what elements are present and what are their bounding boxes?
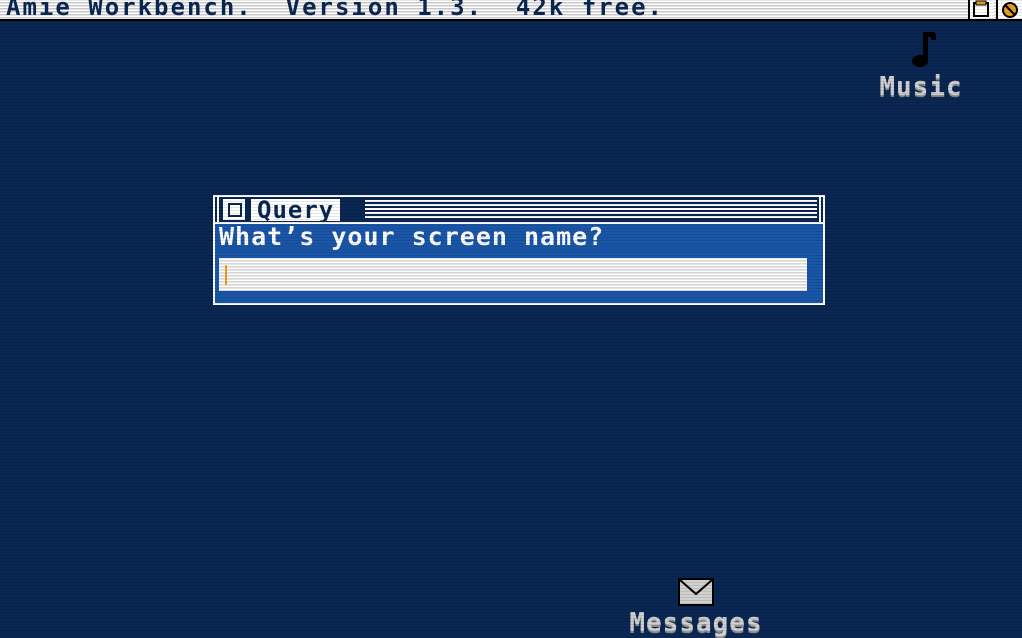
query-window-body: What’s your screen name? [215,222,823,303]
close-gadget-icon[interactable] [223,199,245,220]
screen-name-input[interactable] [219,258,807,291]
back-window-icon [973,0,989,17]
screen-title: Amie Workbench. Version 1.3. 42k free. [6,0,664,21]
query-prompt: What’s your screen name? [219,222,605,251]
window-left-edge [217,197,219,222]
title-bar-stripes [365,200,817,219]
depth-front-gadget[interactable] [996,0,1022,19]
messages-icon-label: Messages [629,608,763,638]
front-window-icon [1002,2,1018,18]
text-cursor [225,265,227,285]
query-window: Query What’s your screen name? [213,195,825,305]
envelope-icon [678,578,714,606]
music-note-icon [912,32,936,67]
window-right-edge [819,197,821,222]
music-desktop-icon[interactable]: Music [866,30,976,100]
query-window-title-bar[interactable]: Query [215,197,823,222]
music-icon-label: Music [879,72,963,102]
query-window-title: Query [251,198,341,222]
screen-title-bar[interactable]: Amie Workbench. Version 1.3. 42k free. [0,0,1022,21]
depth-back-gadget[interactable] [968,0,994,19]
messages-desktop-icon[interactable]: Messages [608,578,784,636]
